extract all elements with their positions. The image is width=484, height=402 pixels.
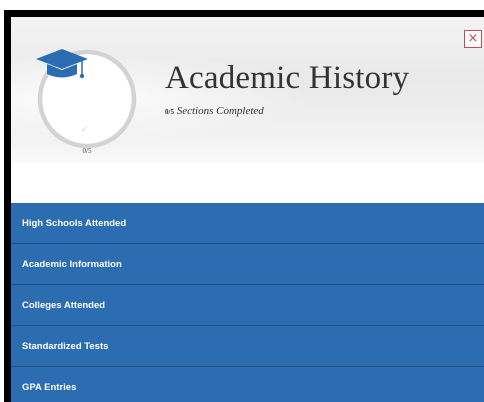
nav-item-standardized-tests[interactable]: Standardized Tests <box>11 326 484 367</box>
nav-item-label: GPA Entries <box>22 382 77 393</box>
close-icon: × <box>467 31 479 46</box>
section-nav: High Schools Attended Academic Informati… <box>11 203 484 402</box>
nav-item-high-schools-attended[interactable]: High Schools Attended <box>11 203 484 244</box>
progress-count: 0/5 <box>82 147 92 155</box>
page-title: Academic History <box>165 60 410 96</box>
nav-item-label: Academic Information <box>22 258 122 270</box>
check-icon: ✓ <box>81 125 88 134</box>
section-header: × ✓ 0/5 Academic History 0/5 Sections Co… <box>11 17 484 163</box>
nav-item-gpa-entries[interactable]: GPA Entries <box>11 367 484 402</box>
close-button[interactable]: × <box>464 30 482 48</box>
sections-completed-count: 0/5 <box>165 108 174 116</box>
nav-item-academic-information[interactable]: Academic Information <box>11 244 484 285</box>
nav-item-label: High Schools Attended <box>22 217 127 229</box>
nav-item-colleges-attended[interactable]: Colleges Attended <box>11 285 484 326</box>
nav-item-label: Standardized Tests <box>22 340 109 352</box>
graduation-cap-icon <box>36 49 88 79</box>
modal-window: × ✓ 0/5 Academic History 0/5 Sections Co… <box>4 10 484 402</box>
sections-completed-label: Sections Completed <box>176 105 264 117</box>
sections-completed-text: 0/5 Sections Completed <box>165 105 264 117</box>
nav-item-label: Colleges Attended <box>22 299 106 311</box>
progress-ring: ✓ 0/5 <box>35 47 139 155</box>
